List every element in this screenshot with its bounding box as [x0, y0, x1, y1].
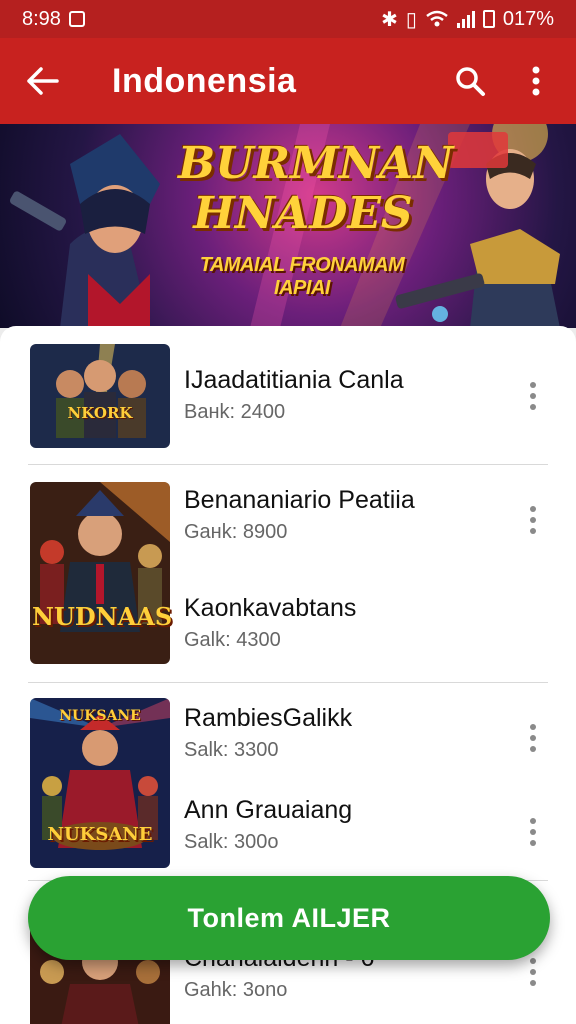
- item-subtitle: Gaнk: 8900: [184, 521, 288, 543]
- app-bar: Indonensia: [0, 38, 576, 124]
- back-button[interactable]: [20, 59, 64, 103]
- thumbnail-label: NUDNAAS: [32, 602, 173, 631]
- notification-icon: [68, 11, 85, 27]
- search-icon: [456, 67, 485, 96]
- list-item[interactable]: Benananiario Peatiia Gaнk: 8900: [184, 486, 415, 544]
- thumbnail-image: [30, 344, 170, 448]
- item-menu-button[interactable]: [520, 812, 546, 852]
- item-menu-button[interactable]: [520, 952, 546, 992]
- battery-percent: 017%: [502, 7, 554, 30]
- banner-tagline: TAMAIAL FRONAMAM IAPIAI: [199, 254, 405, 299]
- thumbnail-label: NKORK: [67, 404, 133, 422]
- divider: [28, 682, 548, 683]
- item-subtitle: Salk: 300o: [184, 831, 279, 853]
- list-item[interactable]: Kaonkavabtans Galk: 4300: [184, 594, 356, 652]
- promo-banner[interactable]: BURMNAN HNADES TAMAIAL FRONAMAM IAPIAI: [0, 124, 576, 328]
- wifi-icon: [426, 10, 448, 27]
- status-bar: 8:98 ✱ ▯ 017%: [0, 0, 576, 38]
- banner-title-line2: HNADES: [193, 188, 413, 239]
- page-title: Indonensia: [112, 61, 297, 100]
- bluetooth-icon: ✱: [381, 8, 398, 31]
- list-item[interactable]: RambiesGalikk Salk: 3300: [184, 704, 352, 762]
- item-subtitle: Gahk: 3ono: [184, 979, 288, 1001]
- item-title: Benananiario Peatiia: [184, 486, 415, 514]
- primary-action-button[interactable]: Tonlem AILJER: [28, 876, 550, 960]
- signal-icon: [456, 10, 475, 28]
- item-title: Ann Grauaiang: [184, 796, 353, 824]
- item-subtitle: Galk: 4300: [184, 629, 281, 651]
- vibrate-icon: ▯: [405, 8, 417, 31]
- arrow-back-icon: [27, 67, 59, 95]
- more-vert-icon: [532, 66, 540, 96]
- overflow-menu-button[interactable]: [516, 61, 556, 101]
- item-menu-button[interactable]: [520, 500, 546, 540]
- search-button[interactable]: [450, 61, 490, 101]
- list-item[interactable]: Ann Grauaiang Salk: 300o: [184, 796, 352, 854]
- thumbnail-label: NUKSANE: [59, 708, 141, 724]
- item-subtitle: Salk: 3300: [184, 739, 279, 761]
- thumbnail-label: NUKSANE: [47, 824, 153, 845]
- item-menu-button[interactable]: [520, 376, 546, 416]
- banner-title-line1: BURMNAN: [178, 138, 454, 189]
- game-thumbnail[interactable]: [30, 344, 170, 448]
- divider: [28, 464, 548, 465]
- clock: 8:98: [22, 7, 61, 30]
- item-title: Kaonkavabtans: [184, 594, 357, 622]
- game-thumbnail[interactable]: [30, 482, 170, 664]
- item-title: IJaadatitiania Canla: [184, 366, 404, 394]
- item-subtitle: Baнk: 2400: [184, 401, 286, 423]
- list-item[interactable]: IJaadatitiania Canla Baнk: 2400: [184, 366, 404, 424]
- item-title: RambiesGalikk: [184, 704, 353, 732]
- battery-icon: [482, 10, 495, 28]
- item-menu-button[interactable]: [520, 718, 546, 758]
- thumbnail-image: [30, 482, 170, 664]
